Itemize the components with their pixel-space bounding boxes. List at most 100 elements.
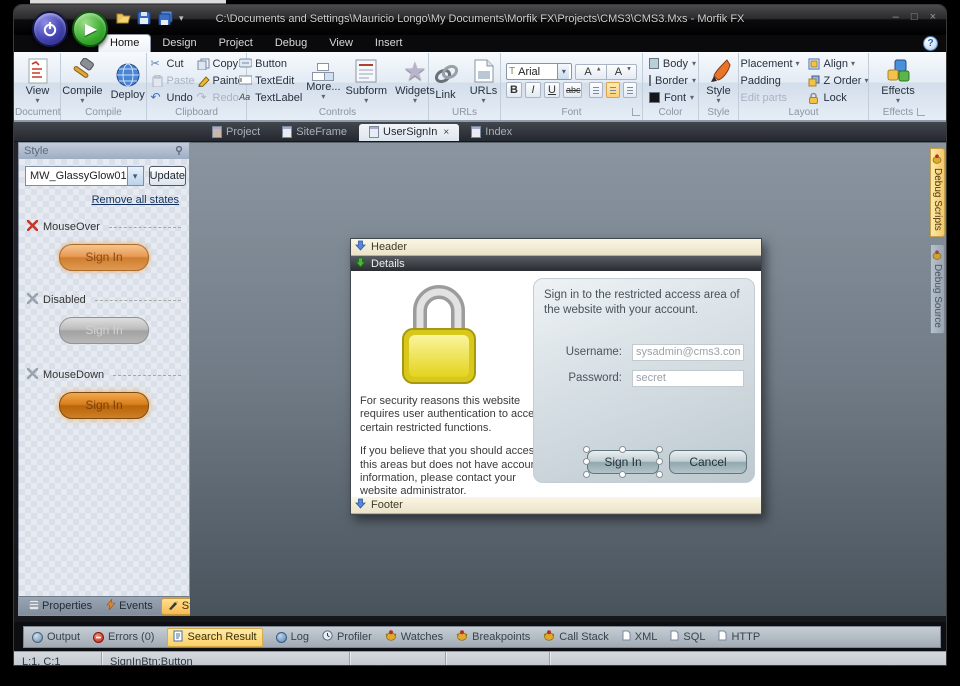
style-name-select[interactable]: MW_GlassyGlow01 ▾ — [25, 166, 144, 186]
doc-tab-usersignin[interactable]: UserSignIn × — [359, 124, 459, 141]
font-color-button[interactable]: Font ▾ — [649, 90, 696, 106]
shrink-font-button[interactable]: A▼ — [606, 65, 636, 79]
tab-project[interactable]: Project — [208, 35, 264, 52]
z-order-button[interactable]: Z Order ▾ — [806, 72, 871, 89]
siteframe-tab-icon — [282, 126, 292, 138]
help-button[interactable]: ? — [923, 36, 938, 51]
selection-handle[interactable] — [583, 471, 590, 478]
border-color-button[interactable]: Border ▾ — [649, 73, 696, 89]
application-menu-button[interactable] — [32, 11, 68, 47]
underline-button[interactable]: U — [544, 82, 560, 98]
view-button[interactable]: View ▾ — [20, 56, 56, 105]
run-button[interactable]: ▶ — [72, 11, 108, 47]
debug-source-tab[interactable]: Debug Source — [930, 244, 945, 334]
doc-tab-project[interactable]: Project — [202, 124, 270, 141]
deploy-button[interactable]: Deploy — [108, 60, 148, 102]
signin-button[interactable]: Sign In — [587, 450, 659, 474]
subform-button[interactable]: Subform ▾ — [343, 56, 391, 105]
remove-state-icon-disabled[interactable] — [27, 293, 38, 307]
edit-parts-button[interactable]: Edit parts — [739, 89, 802, 106]
form-header-band[interactable]: Header — [351, 239, 761, 256]
italic-button[interactable]: I — [525, 82, 541, 98]
debug-tab-errors[interactable]: Errors (0) — [93, 631, 154, 643]
align-right-button[interactable] — [623, 82, 637, 98]
debug-tab-search-result[interactable]: Search Result — [167, 628, 262, 647]
panel-tab-events[interactable]: Events — [100, 598, 159, 614]
maximize-button[interactable]: □ — [911, 12, 918, 23]
close-button[interactable]: × — [930, 12, 936, 23]
page-icon — [670, 630, 679, 644]
save-all-icon[interactable] — [158, 11, 173, 25]
align-left-button[interactable] — [589, 82, 603, 98]
selection-handle[interactable] — [656, 446, 663, 453]
close-tab-icon[interactable]: × — [443, 127, 449, 138]
grow-font-button[interactable]: A▲ — [576, 65, 605, 79]
debug-tab-xml[interactable]: XML — [622, 630, 658, 644]
events-icon — [106, 599, 116, 613]
qat-dropdown-icon[interactable]: ▾ — [179, 13, 184, 24]
debug-tab-profiler[interactable]: Profiler — [322, 630, 372, 644]
remove-all-states-link[interactable]: Remove all states — [29, 194, 179, 206]
pin-icon[interactable] — [174, 145, 184, 158]
update-button[interactable]: Update — [149, 166, 186, 186]
selection-handle[interactable] — [583, 458, 590, 465]
urls-button[interactable]: URLs ▾ — [466, 56, 502, 105]
tab-view[interactable]: View — [318, 35, 364, 52]
tab-design[interactable]: Design — [151, 35, 207, 52]
form-footer-band[interactable]: Footer — [351, 497, 761, 514]
padding-button[interactable]: Padding — [739, 72, 802, 89]
preview-button-mousedown[interactable]: Sign In — [59, 392, 149, 419]
debug-tab-http[interactable]: HTTP — [718, 630, 760, 644]
panel-tab-properties[interactable]: Properties — [23, 599, 98, 614]
effects-dialog-launcher-icon[interactable] — [917, 108, 925, 116]
open-icon[interactable] — [116, 11, 131, 25]
placement-button[interactable]: Placement ▾ — [739, 55, 802, 72]
font-family-select[interactable]: T Arial ▾ — [506, 63, 572, 80]
undo-button[interactable]: ↶ Undo — [149, 89, 195, 106]
bold-button[interactable]: B — [506, 82, 522, 98]
body-color-button[interactable]: Body ▾ — [649, 56, 696, 72]
align-center-button[interactable] — [606, 82, 620, 98]
debug-tab-log[interactable]: Log — [276, 631, 309, 643]
effects-button[interactable]: Effects ▾ — [878, 56, 917, 105]
remove-state-icon-mousedown[interactable] — [27, 368, 38, 382]
compile-button[interactable]: Compile ▾ — [59, 56, 105, 105]
tab-debug[interactable]: Debug — [264, 35, 318, 52]
insert-textlabel-control[interactable]: Aa TextLabel — [237, 89, 304, 106]
selection-handle[interactable] — [619, 471, 626, 478]
align-button[interactable]: Align ▾ — [806, 55, 871, 72]
style-button[interactable]: Style ▾ — [701, 56, 737, 105]
remove-state-icon[interactable] — [27, 220, 38, 234]
selection-handle[interactable] — [583, 446, 590, 453]
debug-scripts-tab[interactable]: Debug Scripts — [930, 148, 945, 237]
cut-button[interactable]: ✂ Cut — [149, 55, 195, 72]
debug-tab-breakpoints[interactable]: Breakpoints — [456, 630, 530, 644]
save-icon[interactable] — [137, 11, 152, 25]
debug-tab-sql[interactable]: SQL — [670, 630, 705, 644]
minimize-button[interactable]: – — [893, 12, 899, 23]
paste-button[interactable]: Paste — [149, 72, 195, 89]
form-details-band[interactable]: Details — [351, 256, 761, 271]
strikethrough-button[interactable]: abc — [563, 82, 582, 98]
tab-insert[interactable]: Insert — [364, 35, 414, 52]
debug-tab-output[interactable]: Output — [32, 631, 80, 643]
selection-handle[interactable] — [656, 471, 663, 478]
more-controls-button[interactable]: More... ▾ — [306, 62, 340, 100]
debug-tab-callstack[interactable]: Call Stack — [543, 630, 609, 644]
lock-button[interactable]: Lock — [806, 89, 871, 106]
preview-button-disabled[interactable]: Sign In — [59, 317, 149, 344]
font-dialog-launcher-icon[interactable] — [632, 108, 640, 116]
selection-handle[interactable] — [619, 446, 626, 453]
preview-button-mouseover[interactable]: Sign In — [59, 244, 149, 271]
design-canvas[interactable]: Header Details — [190, 142, 946, 616]
selection-handle[interactable] — [656, 458, 663, 465]
link-button[interactable]: Link — [428, 60, 464, 102]
insert-textedit-control[interactable]: TextEdit — [237, 72, 304, 89]
doc-tab-siteframe[interactable]: SiteFrame — [272, 124, 357, 141]
doc-tab-index[interactable]: Index — [461, 124, 522, 141]
insert-button-control[interactable]: Button — [237, 55, 304, 72]
cancel-button[interactable]: Cancel — [669, 450, 747, 474]
username-field[interactable] — [632, 344, 744, 361]
debug-tab-watches[interactable]: Watches — [385, 630, 443, 644]
password-field[interactable] — [632, 370, 744, 387]
